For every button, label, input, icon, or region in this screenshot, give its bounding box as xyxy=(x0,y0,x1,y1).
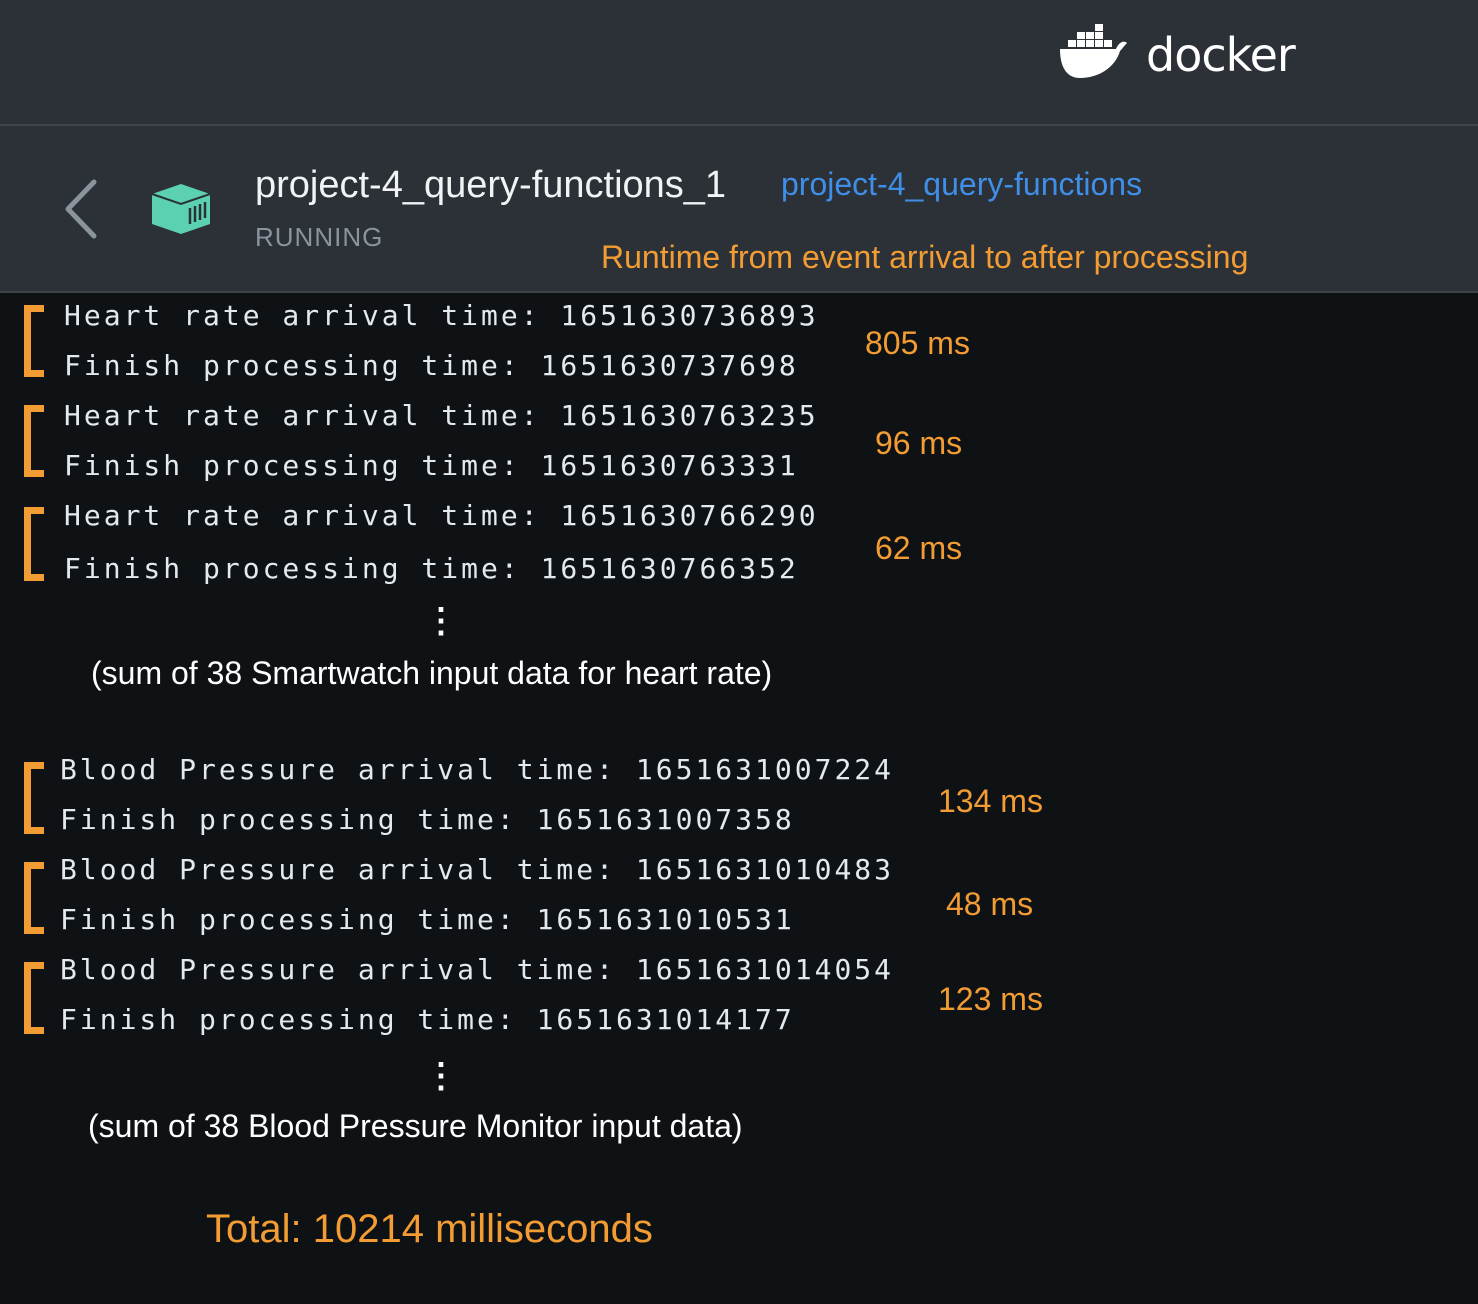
image-link[interactable]: project-4_query-functions xyxy=(781,166,1142,203)
log-line: Finish processing time: 1651631010531 xyxy=(60,903,795,936)
entry-bracket xyxy=(24,507,44,581)
log-line: Finish processing time: 1651630763331 xyxy=(64,449,799,482)
log-line: Heart rate arrival time: 1651630763235 xyxy=(64,399,819,432)
runtime-annotation: Runtime from event arrival to after proc… xyxy=(601,239,1249,275)
runtime-value: 96 ms xyxy=(875,425,963,461)
ellipsis: ⋮ xyxy=(424,602,458,640)
log-line: Heart rate arrival time: 1651630766290 xyxy=(64,499,819,532)
back-chevron-icon[interactable] xyxy=(62,178,102,240)
entry-bracket xyxy=(24,762,44,834)
runtime-value: 48 ms xyxy=(946,886,1034,922)
ellipsis: ⋮ xyxy=(424,1057,458,1095)
log-line: Heart rate arrival time: 1651630736893 xyxy=(64,299,819,332)
docker-whale-icon xyxy=(1060,24,1127,78)
heart-rate-summary: (sum of 38 Smartwatch input data for hea… xyxy=(91,655,773,691)
entry-bracket xyxy=(24,405,44,477)
log-line: Finish processing time: 1651630737698 xyxy=(64,349,799,382)
total-runtime: Total: 10214 milliseconds xyxy=(206,1207,653,1251)
container-header: project-4_query-functions_1 project-4_qu… xyxy=(0,126,1478,293)
blood-pressure-summary: (sum of 38 Blood Pressure Monitor input … xyxy=(88,1108,743,1144)
log-line: Finish processing time: 1651630766352 xyxy=(64,552,799,585)
runtime-value: 62 ms xyxy=(875,530,963,566)
log-line: Blood Pressure arrival time: 16516310140… xyxy=(60,953,895,986)
status-label: RUNNING xyxy=(255,222,384,252)
entry-bracket xyxy=(24,305,44,377)
top-bar: docker xyxy=(0,0,1478,126)
container-icon xyxy=(151,184,211,234)
log-line: Blood Pressure arrival time: 16516310104… xyxy=(60,853,895,886)
docker-wordmark: docker xyxy=(1146,28,1296,82)
container-name: project-4_query-functions_1 xyxy=(255,164,727,206)
entry-bracket xyxy=(24,962,44,1034)
entry-bracket xyxy=(24,862,44,934)
log-line: Finish processing time: 1651631014177 xyxy=(60,1003,795,1036)
runtime-value: 805 ms xyxy=(865,325,970,361)
runtime-value: 134 ms xyxy=(938,783,1043,819)
log-line: Blood Pressure arrival time: 16516310072… xyxy=(60,753,895,786)
log-line: Finish processing time: 1651631007358 xyxy=(60,803,795,836)
runtime-value: 123 ms xyxy=(938,981,1043,1017)
